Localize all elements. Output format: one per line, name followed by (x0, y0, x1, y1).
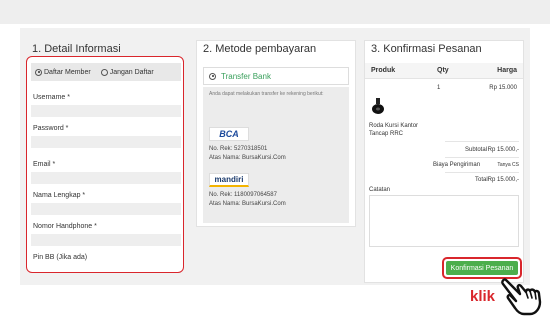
header-qty: Qty (437, 67, 449, 74)
transfer-note: Anda dapat melakukan transfer ke rekenin… (209, 91, 324, 97)
bca-holder: Atas Nama: BursaKursi.Com (209, 155, 286, 161)
item-name-line2: Tancap RRC (369, 131, 404, 137)
notes-textarea[interactable] (369, 195, 519, 247)
payment-method-title: 2. Metode pembayaran (203, 43, 317, 55)
email-input[interactable] (31, 172, 181, 184)
divider (445, 157, 519, 158)
caster-wheel-icon (372, 98, 384, 114)
email-label: Email * (33, 161, 56, 168)
header-price: Harga (497, 67, 517, 74)
radio-icon (35, 68, 42, 76)
phone-input[interactable] (31, 234, 181, 246)
bca-account: No. Rek: 5270318501 (209, 146, 268, 152)
order-confirmation-column: 3. Konfirmasi Pesanan Produk Qty Harga 1… (364, 40, 524, 283)
radio-daftar-member[interactable]: Daftar Member (35, 68, 91, 76)
item-price: Rp 15.000 (489, 85, 517, 91)
bank-transfer-panel: Anda dapat melakukan transfer ke rekenin… (203, 87, 349, 223)
bca-logo: BCA (209, 127, 249, 141)
radio-icon (100, 68, 108, 76)
transfer-bank-option[interactable]: Transfer Bank (203, 67, 349, 85)
radio-label: Daftar Member (44, 68, 91, 76)
password-label: Password * (33, 125, 69, 132)
transfer-bank-label: Transfer Bank (221, 71, 271, 81)
name-input[interactable] (31, 203, 181, 215)
detail-info-title: 1. Detail Informasi (32, 43, 121, 55)
total-value: Rp 15.000,- (487, 177, 519, 183)
subtotal-value: Rp 15.000,- (487, 147, 519, 153)
member-radio-group: Daftar Member Jangan Daftar (31, 63, 181, 81)
username-label: Username * (33, 94, 70, 101)
total-label: Total (475, 177, 488, 183)
item-qty: 1 (437, 85, 441, 91)
radio-label: Jangan Daftar (109, 68, 154, 76)
mandiri-logo: mandiri (209, 173, 249, 187)
shipping-label: Biaya Pengiriman (433, 162, 481, 168)
radio-icon (209, 72, 216, 80)
order-confirmation-title: 3. Konfirmasi Pesanan (371, 43, 482, 55)
top-bar (0, 0, 550, 24)
name-label: Nama Lengkap * (33, 192, 86, 199)
password-input[interactable] (31, 136, 181, 148)
registration-form: Daftar Member Jangan Daftar Username * P… (26, 56, 184, 273)
payment-method-column: 2. Metode pembayaran Transfer Bank Anda … (196, 40, 356, 227)
click-annotation: klik (470, 288, 496, 305)
header-product: Produk (371, 67, 396, 74)
item-name-line1: Roda Kursi Kantor (369, 123, 419, 129)
divider (445, 172, 519, 173)
username-input[interactable] (31, 105, 181, 117)
phone-label: Nomor Handphone * (33, 223, 97, 230)
radio-jangan-daftar[interactable]: Jangan Daftar (100, 68, 154, 76)
subtotal-label: Subtotal (465, 147, 488, 153)
mandiri-holder: Atas Nama: BursaKursi.Com (209, 201, 286, 207)
hand-pointer-icon (501, 278, 542, 316)
divider (445, 141, 519, 142)
pinbb-label: Pin BB (Jika ada) (33, 254, 88, 261)
shipping-value: Tanya CS (497, 162, 519, 168)
mandiri-account: No. Rek: 1180097064587 (209, 192, 277, 198)
notes-label: Catatan (369, 187, 391, 193)
